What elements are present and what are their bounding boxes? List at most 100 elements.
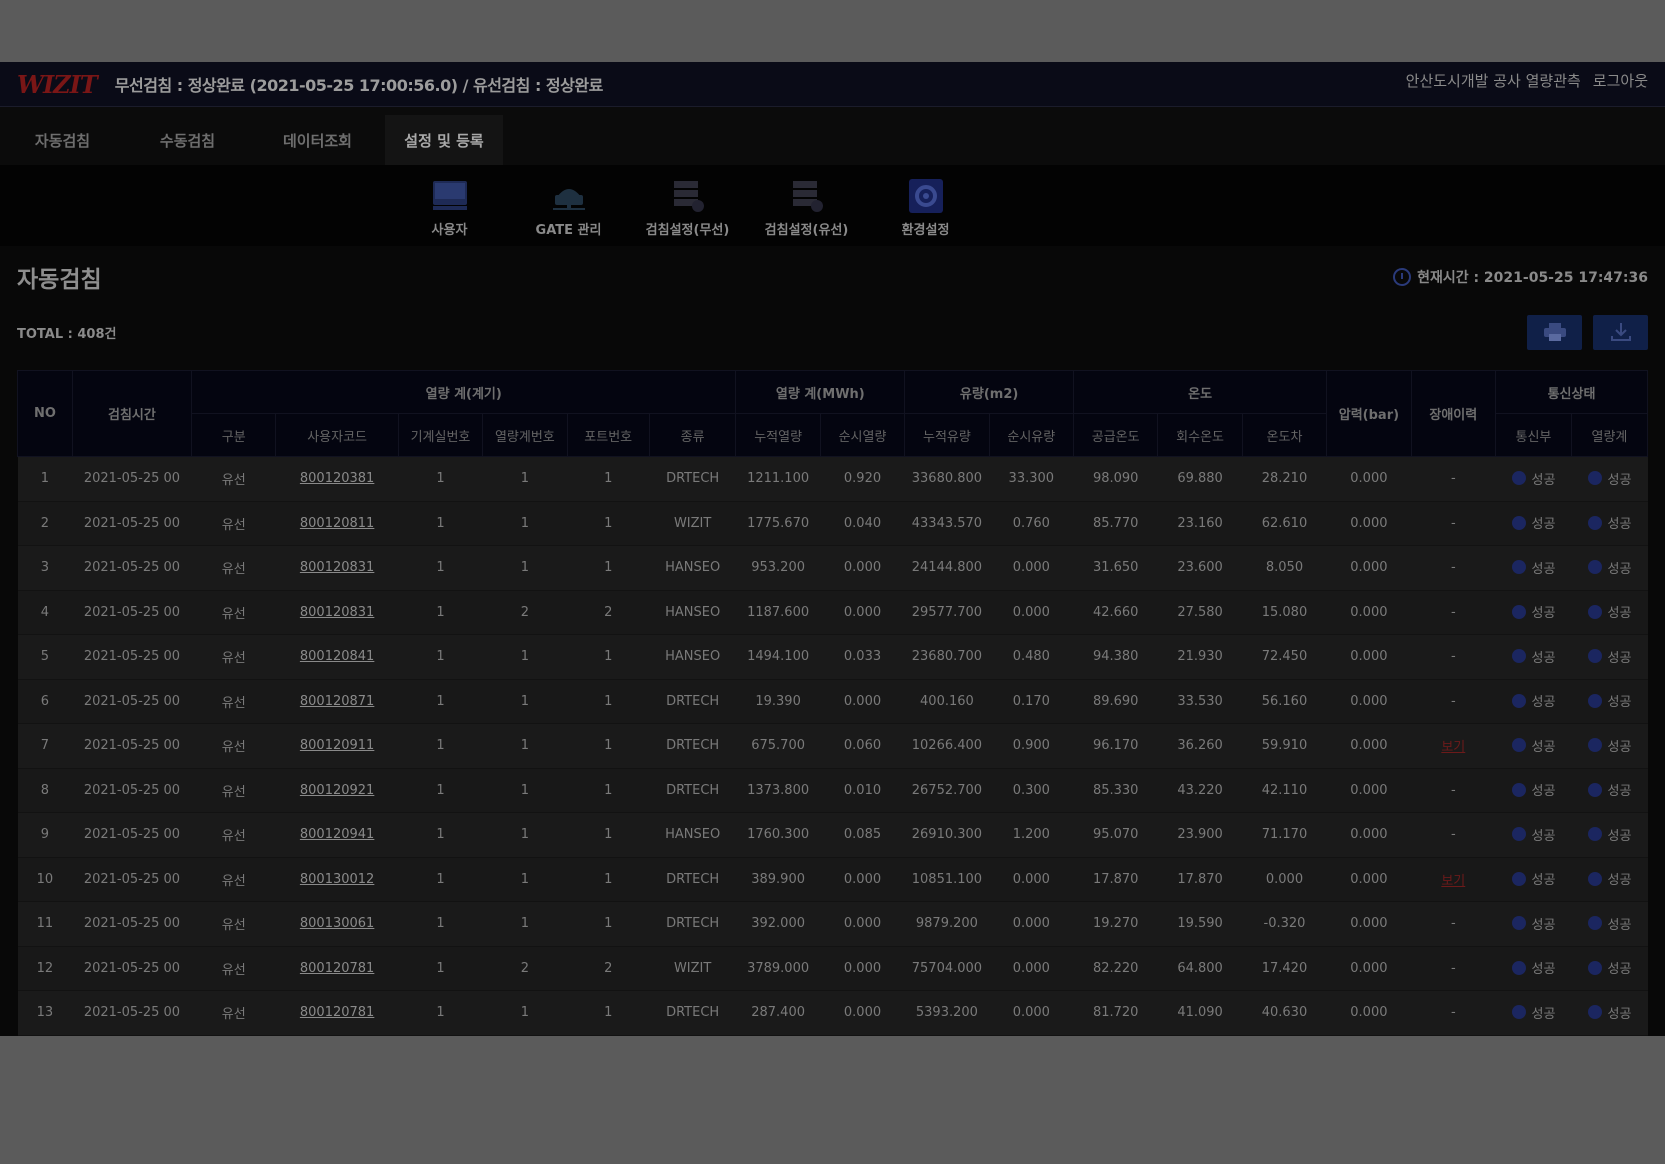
comm-status-cell: 성공: [1495, 723, 1572, 769]
cell-inst-flow: 0.480: [989, 634, 1074, 680]
table-row[interactable]: 13 2021-05-25 00 유선 800120781 1 1 1 DRTECH 287.4…: [17, 990, 1648, 1036]
cell-cum-heat: 1775.670: [735, 501, 821, 546]
tab-auto-reading[interactable]: 자동검침: [0, 115, 125, 165]
col-time: 검침시간: [71, 370, 193, 457]
user-code-link[interactable]: 800120811: [300, 516, 374, 531]
fault-view-link[interactable]: 보기: [1441, 740, 1465, 755]
cell-diff: 72.450: [1242, 634, 1327, 680]
submenu-wired-setting[interactable]: 검침설정(유선): [747, 165, 866, 246]
table-row[interactable]: 11 2021-05-25 00 유선 800130061 1 1 1 DRTECH 392.0…: [17, 901, 1648, 947]
cell-meter: 1: [482, 501, 568, 546]
table-row[interactable]: 7 2021-05-25 00 유선 800120911 1 1 1 DRTECH 675.70…: [17, 723, 1648, 769]
submenu-wireless-label: 검침설정(무선): [645, 223, 730, 238]
fault-empty: -: [1450, 782, 1456, 798]
cell-port: 1: [567, 545, 650, 591]
fault-empty: -: [1450, 604, 1456, 620]
status-text: 성공: [1531, 917, 1556, 933]
cell-no: 3: [17, 545, 73, 591]
logout-link[interactable]: 로그아웃: [1593, 70, 1648, 91]
user-code-link[interactable]: 800120831: [300, 605, 374, 620]
download-button[interactable]: [1593, 314, 1648, 350]
status-text: 성공: [1607, 739, 1632, 755]
user-code-link[interactable]: 800120781: [300, 1005, 374, 1020]
cell-port: 1: [567, 679, 650, 724]
comm-status-cell: 성공: [1495, 456, 1572, 502]
server-gear-icon: [792, 181, 823, 212]
user-code-link[interactable]: 800120781: [300, 961, 374, 976]
status-text: 성공: [1607, 472, 1632, 488]
cell-diff: 59.910: [1242, 723, 1327, 769]
user-code-cell: 800120381: [275, 456, 399, 502]
submenu-environment[interactable]: 환경설정: [866, 165, 985, 246]
cell-room: 1: [398, 812, 483, 858]
cell-pressure: 0.000: [1326, 946, 1412, 991]
cell-cum-heat: 3789.000: [735, 946, 821, 991]
cell-return: 19.590: [1157, 901, 1243, 947]
cell-room: 1: [398, 901, 483, 947]
cell-supply: 94.380: [1073, 634, 1158, 680]
cell-time: 2021-05-25 00: [72, 857, 192, 902]
meter-status-cell: 성공: [1571, 634, 1648, 680]
user-code-link[interactable]: 800120871: [300, 694, 374, 709]
user-code-link[interactable]: 800120831: [300, 560, 374, 575]
table-row[interactable]: 3 2021-05-25 00 유선 800120831 1 1 1 HANSEO 953.20…: [17, 545, 1648, 591]
comm-status-cell: 성공: [1495, 634, 1572, 680]
user-code-link[interactable]: 800120941: [300, 827, 374, 842]
table-row[interactable]: 8 2021-05-25 00 유선 800120921 1 1 1 DRTECH 1373.8…: [17, 768, 1648, 813]
cell-no: 5: [17, 634, 73, 680]
submenu-wireless-setting[interactable]: 검침설정(무선): [628, 165, 747, 246]
tab-data-query[interactable]: 데이터조회: [250, 115, 385, 165]
status-dot-icon: [1587, 515, 1602, 530]
user-code-link[interactable]: 800120911: [300, 738, 374, 753]
user-code-link[interactable]: 800120841: [300, 649, 374, 664]
table-row[interactable]: 6 2021-05-25 00 유선 800120871 1 1 1 DRTECH 19.390…: [17, 679, 1648, 724]
user-code-link[interactable]: 800120381: [300, 471, 374, 486]
status-dot-icon: [1511, 560, 1526, 574]
cell-inst-flow: 0.000: [989, 946, 1074, 991]
status-dot-icon: [1511, 782, 1526, 797]
cell-no: 6: [17, 679, 73, 724]
cell-meter: 2: [482, 946, 568, 991]
cell-type: 유선: [191, 857, 276, 902]
reading-table: NO 검침시간 열량 계(계기) 열량 계(MWh) 유량(m2) 온도 압력(…: [17, 370, 1649, 1036]
table-row[interactable]: 5 2021-05-25 00 유선 800120841 1 1 1 HANSEO 1494.1…: [17, 634, 1648, 680]
cell-cum-heat: 1760.300: [735, 812, 821, 858]
logo[interactable]: WIZIT: [17, 70, 98, 99]
submenu-user[interactable]: 사용자: [390, 165, 509, 246]
meter-status-cell: 성공: [1571, 946, 1648, 991]
table-row[interactable]: 1 2021-05-25 00 유선 800120381 1 1 1 DRTECH 1211.1…: [17, 456, 1648, 502]
cell-time: 2021-05-25 00: [72, 501, 192, 546]
cell-cum-flow: 5393.200: [904, 990, 990, 1036]
table-row[interactable]: 2 2021-05-25 00 유선 800120811 1 1 1 WIZIT 1775.67…: [17, 501, 1648, 546]
table-row[interactable]: 4 2021-05-25 00 유선 800120831 1 2 2 HANSEO 1187.6…: [17, 590, 1648, 635]
cell-supply: 89.690: [1073, 679, 1158, 724]
table-row[interactable]: 10 2021-05-25 00 유선 800130012 1 1 1 DRTECH 389.9…: [17, 857, 1648, 902]
user-code-link[interactable]: 800120921: [300, 783, 374, 798]
tab-settings[interactable]: 설정 및 등록: [385, 115, 503, 165]
cell-time: 2021-05-25 00: [72, 990, 192, 1036]
status-dot-icon: [1587, 471, 1602, 485]
cell-cum-heat: 287.400: [735, 990, 821, 1036]
user-code-link[interactable]: 800130012: [300, 872, 374, 887]
submenu-gate[interactable]: GATE 관리: [509, 165, 628, 246]
table-row[interactable]: 12 2021-05-25 00 유선 800120781 1 2 2 WIZIT 3789.0…: [17, 946, 1648, 991]
cell-room: 1: [398, 857, 483, 902]
status-dot-icon: [1511, 693, 1526, 708]
cell-no: 2: [17, 501, 73, 546]
table-row[interactable]: 9 2021-05-25 00 유선 800120941 1 1 1 HANSEO 1760.3…: [17, 812, 1648, 858]
cell-room: 1: [398, 768, 483, 813]
cell-inst-heat: 0.040: [820, 501, 905, 546]
print-button[interactable]: [1527, 314, 1582, 350]
cell-supply: 95.070: [1073, 812, 1158, 858]
user-code-link[interactable]: 800130061: [300, 916, 374, 931]
cell-type: 유선: [191, 812, 276, 858]
cell-return: 41.090: [1157, 990, 1243, 1036]
status-dot-icon: [1587, 1005, 1602, 1019]
tab-manual-reading[interactable]: 수동검침: [125, 115, 250, 165]
fault-view-link[interactable]: 보기: [1441, 874, 1465, 889]
cell-inst-flow: 0.000: [989, 545, 1074, 591]
cell-return: 23.160: [1157, 501, 1243, 546]
status-dot-icon: [1511, 471, 1526, 485]
cell-port: 1: [567, 768, 650, 813]
cell-meter: 1: [482, 723, 568, 769]
